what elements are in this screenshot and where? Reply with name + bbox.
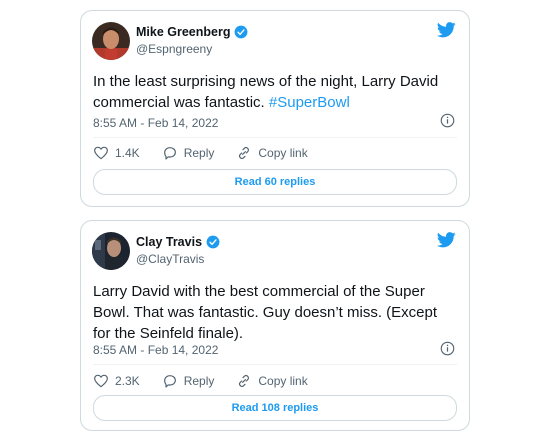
tweet-text: Larry David with the best commercial of … xyxy=(93,281,453,344)
author-name-row: Clay Travis xyxy=(136,235,220,249)
copy-link-button[interactable]: Copy link xyxy=(236,145,308,161)
handle[interactable]: @Espngreeny xyxy=(136,42,212,56)
tweet-card[interactable]: Mike Greenberg @Espngreeny In the least … xyxy=(80,10,470,207)
reply-bubble-icon xyxy=(163,375,176,388)
timestamp[interactable]: 8:55 AM - Feb 14, 2022 xyxy=(93,343,218,357)
display-name[interactable]: Mike Greenberg xyxy=(136,25,230,39)
avatar[interactable] xyxy=(92,22,130,60)
reply-button[interactable]: Reply xyxy=(162,145,215,161)
avatar[interactable] xyxy=(92,232,130,270)
link-icon xyxy=(239,146,250,160)
action-bar: 1.4K Reply Copy link xyxy=(93,145,330,161)
heart-icon xyxy=(94,374,108,388)
like-count: 2.3K xyxy=(115,374,140,388)
verified-badge-icon xyxy=(235,25,248,39)
twitter-bird-icon[interactable] xyxy=(437,22,456,38)
tweet-text: In the least surprising news of the nigh… xyxy=(93,71,453,113)
handle[interactable]: @ClayTravis xyxy=(136,252,204,266)
reply-bubble-icon xyxy=(163,147,176,160)
info-icon[interactable] xyxy=(440,113,455,128)
like-button[interactable]: 1.4K xyxy=(93,145,140,161)
link-icon xyxy=(239,374,250,388)
action-bar: 2.3K Reply Copy link xyxy=(93,373,330,389)
hashtag-link[interactable]: #SuperBowl xyxy=(269,94,350,111)
like-button[interactable]: 2.3K xyxy=(93,373,140,389)
tweet-card[interactable]: Clay Travis @ClayTravis Larry David with… xyxy=(80,220,470,431)
heart-icon xyxy=(94,146,108,160)
read-replies-button[interactable]: Read 60 replies xyxy=(93,169,457,195)
tweet-text-body: In the least surprising news of the nigh… xyxy=(93,73,439,111)
reply-button[interactable]: Reply xyxy=(162,373,215,389)
timestamp[interactable]: 8:55 AM - Feb 14, 2022 xyxy=(93,116,218,130)
info-icon[interactable] xyxy=(440,341,455,356)
author-name-row: Mike Greenberg xyxy=(136,25,248,39)
divider xyxy=(93,137,457,138)
like-count: 1.4K xyxy=(115,146,140,160)
display-name[interactable]: Clay Travis xyxy=(136,235,202,249)
copy-link-label: Copy link xyxy=(258,146,308,160)
copy-link-label: Copy link xyxy=(258,374,308,388)
twitter-bird-icon[interactable] xyxy=(437,232,456,248)
read-replies-button[interactable]: Read 108 replies xyxy=(93,395,457,421)
reply-label: Reply xyxy=(183,374,215,388)
verified-badge-icon xyxy=(206,235,220,249)
tweet-text-body: Larry David with the best commercial of … xyxy=(93,283,438,342)
divider xyxy=(93,364,457,365)
copy-link-button[interactable]: Copy link xyxy=(236,373,308,389)
reply-label: Reply xyxy=(183,146,215,160)
